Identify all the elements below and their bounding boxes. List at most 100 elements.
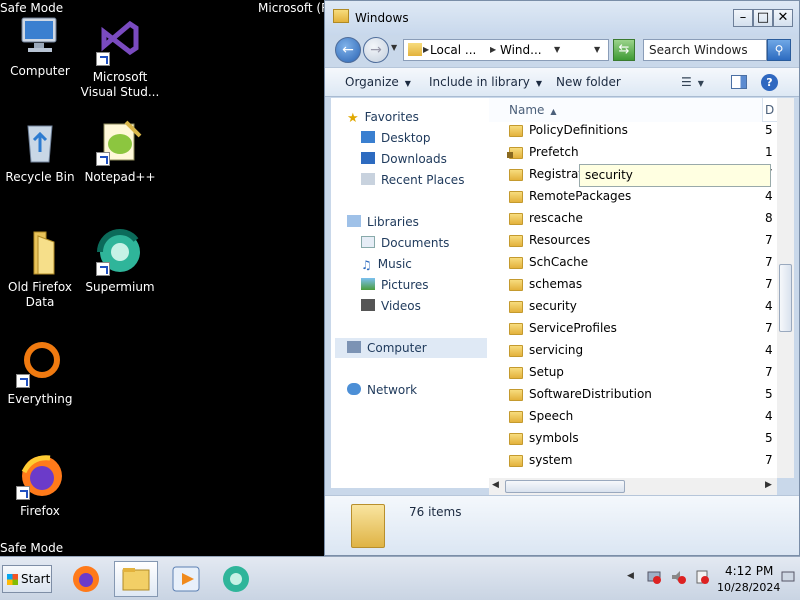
- file-date: 7: [765, 255, 773, 269]
- breadcrumb-windows[interactable]: Wind...: [500, 40, 542, 60]
- desktop-icon-label: Supermium: [85, 280, 155, 294]
- address-dropdown-icon[interactable]: ▼: [594, 40, 600, 60]
- file-row[interactable]: PolicyDefinitions 5: [489, 120, 777, 142]
- horizontal-scrollbar[interactable]: ◀ ▶: [489, 478, 777, 495]
- start-button[interactable]: Start: [2, 565, 52, 593]
- refresh-button[interactable]: ⇆: [613, 39, 635, 61]
- chevron-down-icon: ▼: [535, 79, 543, 88]
- clock-date[interactable]: 10/28/2024: [717, 581, 780, 594]
- minimize-button[interactable]: –: [733, 9, 753, 27]
- back-button[interactable]: ←: [335, 37, 361, 63]
- file-name: rescache: [529, 211, 583, 225]
- nav-label: Music: [377, 257, 412, 271]
- command-bar: Organize ▼ Include in library ▼ New folder…: [325, 67, 799, 97]
- taskbar-supermium[interactable]: [214, 561, 258, 597]
- file-row[interactable]: schemas 7: [489, 274, 777, 296]
- file-date: 7: [765, 233, 773, 247]
- file-row[interactable]: Speech 4: [489, 406, 777, 428]
- file-row[interactable]: Prefetch 1: [489, 142, 777, 164]
- supermium-icon: [223, 566, 249, 592]
- file-row[interactable]: RemotePackages 4: [489, 186, 777, 208]
- file-row[interactable]: servicing 4: [489, 340, 777, 362]
- desktop-icon-supermium[interactable]: Supermium: [80, 228, 160, 295]
- nav-favorites[interactable]: ★ Favorites: [347, 110, 419, 126]
- desktop-icon-old-firefox-data[interactable]: Old Firefox Data: [0, 228, 80, 310]
- file-row[interactable]: SoftwareDistribution 5: [489, 384, 777, 406]
- breadcrumb-local-disk[interactable]: Local ...: [430, 40, 476, 60]
- show-hidden-icons-button[interactable]: ◀: [627, 571, 634, 581]
- desktop-icon-notepadpp[interactable]: Notepad++: [80, 118, 160, 185]
- taskbar-firefox[interactable]: [64, 561, 108, 597]
- change-view-button[interactable]: ☰ ▼: [681, 75, 721, 91]
- nav-documents[interactable]: Documents: [361, 236, 449, 250]
- desktop-icon-visual-studio[interactable]: Microsoft Visual Stud...: [80, 18, 160, 100]
- date-column-header[interactable]: D: [765, 98, 777, 122]
- folder-icon: [16, 228, 64, 276]
- file-row[interactable]: ServiceProfiles 7: [489, 318, 777, 340]
- include-in-library-button[interactable]: Include in library ▼: [429, 75, 542, 89]
- scroll-left-icon[interactable]: ◀: [492, 480, 499, 490]
- maximize-button[interactable]: □: [753, 9, 773, 27]
- nav-libraries[interactable]: Libraries: [347, 215, 419, 229]
- name-column-header[interactable]: Name ▲: [489, 98, 763, 122]
- help-button[interactable]: ?: [761, 74, 778, 91]
- vertical-scroll-thumb[interactable]: [779, 264, 792, 332]
- nav-music[interactable]: ♫ Music: [361, 257, 412, 272]
- close-button[interactable]: ✕: [773, 9, 793, 27]
- nav-network[interactable]: Network: [347, 383, 417, 397]
- title-bar[interactable]: Windows – □ ✕: [325, 1, 799, 35]
- clock-time[interactable]: 4:12 PM: [725, 564, 773, 578]
- volume-muted-icon[interactable]: [670, 569, 686, 585]
- desktop-icon-label: Old Firefox Data: [8, 280, 72, 309]
- forward-button[interactable]: →: [363, 37, 389, 63]
- star-icon: ★: [347, 111, 359, 126]
- action-center-icon[interactable]: [694, 569, 710, 585]
- file-row[interactable]: Setup 7: [489, 362, 777, 384]
- libraries-icon: [347, 215, 361, 227]
- search-input[interactable]: Search Windows: [643, 39, 767, 61]
- file-row[interactable]: SchCache 7: [489, 252, 777, 274]
- file-row[interactable]: symbols 5: [489, 428, 777, 450]
- desktop-icon-computer[interactable]: Computer: [0, 12, 80, 79]
- background-window-title: Microsoft (R: [258, 1, 330, 15]
- file-name: SchCache: [529, 255, 589, 269]
- nav-computer[interactable]: Computer: [347, 341, 427, 355]
- desktop-icon-recycle-bin[interactable]: Recycle Bin: [0, 118, 80, 185]
- folder-icon: [509, 455, 523, 467]
- new-folder-button[interactable]: New folder: [556, 75, 621, 89]
- folder-icon: [509, 323, 523, 335]
- address-bar[interactable]: ▶ Local ... ▶ Wind... ▼ ▼: [403, 39, 609, 61]
- show-desktop-icon[interactable]: [780, 569, 796, 585]
- downloads-icon: [361, 152, 375, 164]
- recent-pages-dropdown[interactable]: ▼: [391, 43, 397, 52]
- organize-button[interactable]: Organize ▼: [345, 75, 411, 89]
- file-row[interactable]: security 4: [489, 296, 777, 318]
- nav-pictures[interactable]: Pictures: [361, 278, 429, 292]
- file-date: 7: [765, 365, 773, 379]
- nav-recent-places[interactable]: Recent Places: [361, 173, 464, 187]
- window-title: Windows: [355, 11, 409, 25]
- folder-icon: [509, 213, 523, 225]
- nav-downloads[interactable]: Downloads: [361, 152, 447, 166]
- network-status-icon[interactable]: [646, 569, 662, 585]
- nav-label: Videos: [381, 299, 421, 313]
- folder-icon: [509, 301, 523, 313]
- nav-label: Recent Places: [381, 173, 465, 187]
- taskbar-media-player[interactable]: [164, 561, 208, 597]
- file-row[interactable]: system 7: [489, 450, 777, 472]
- horizontal-scroll-thumb[interactable]: [505, 480, 625, 493]
- file-row[interactable]: rescache 8: [489, 208, 777, 230]
- nav-desktop[interactable]: Desktop: [361, 131, 431, 145]
- file-row[interactable]: Resources 7: [489, 230, 777, 252]
- scroll-right-icon[interactable]: ▶: [765, 480, 772, 490]
- desktop-icon-everything[interactable]: Everything: [0, 340, 80, 407]
- recent-places-icon: [361, 173, 375, 185]
- search-icon[interactable]: ⚲: [767, 39, 791, 61]
- desktop-icon-firefox[interactable]: Firefox: [0, 452, 80, 519]
- details-pane: 76 items: [325, 495, 799, 555]
- nav-videos[interactable]: Videos: [361, 299, 421, 313]
- taskbar-explorer[interactable]: [114, 561, 158, 597]
- vertical-scrollbar[interactable]: [777, 98, 794, 478]
- preview-pane-button[interactable]: [731, 75, 747, 89]
- file-date: 1: [765, 145, 773, 159]
